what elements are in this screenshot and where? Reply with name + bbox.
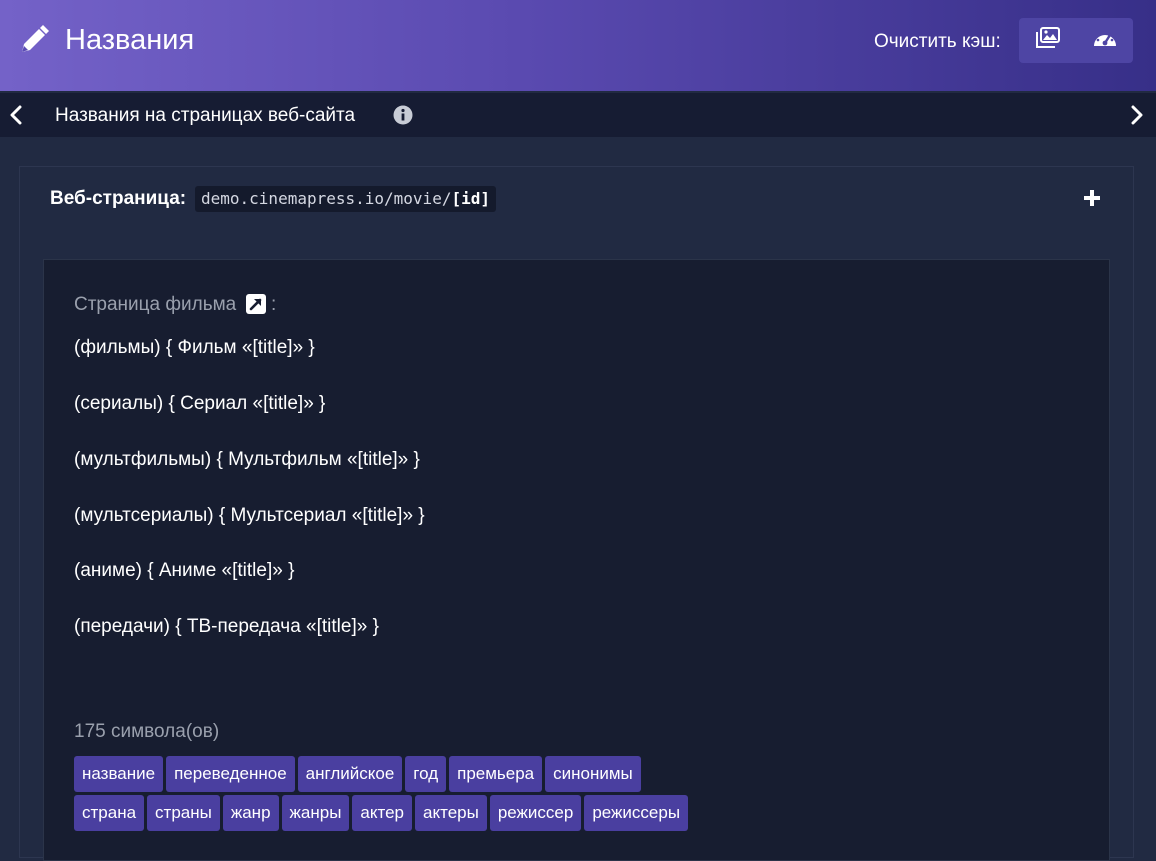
tag-button[interactable]: актер [352, 795, 413, 831]
tag-row: страна страны жанр жанры актер актеры ре… [74, 795, 689, 831]
template-line: (передачи) { ТВ-передача «[title]» } [74, 616, 379, 637]
tag-button[interactable]: синонимы [545, 756, 641, 792]
tag-button[interactable]: актеры [415, 795, 487, 831]
chevron-left-icon[interactable] [4, 103, 28, 127]
template-line: (мультсериалы) { Мультсериал «[title]» } [74, 505, 425, 526]
template-line: (мультфильмы) { Мультфильм «[title]» } [74, 449, 420, 470]
tag-button[interactable]: премьера [449, 756, 543, 792]
page-title: Названия [65, 24, 195, 56]
template-line: (фильмы) { Фильм «[title]» } [74, 337, 315, 358]
field-label: Страница фильма [74, 294, 237, 315]
tag-button[interactable]: жанры [281, 795, 350, 831]
tag-button[interactable]: год [405, 756, 447, 792]
web-page-url: demo.cinemapress.io/movie/[id] [195, 186, 496, 212]
tag-button[interactable]: переведенное [166, 756, 295, 792]
character-count: 175 символа(ов) [74, 721, 220, 742]
external-link-icon[interactable] [246, 294, 266, 314]
template-line: (аниме) { Аниме «[title]» } [74, 560, 295, 581]
images-icon [1035, 27, 1060, 54]
tag-button[interactable]: режиссеры [584, 795, 689, 831]
web-page-label: Веб-страница: [50, 188, 187, 209]
pencil-icon [18, 24, 50, 56]
clear-cache-label: Очистить кэш: [874, 31, 1001, 52]
url-param: [id] [451, 189, 490, 208]
info-icon[interactable] [391, 103, 415, 127]
section-nav-label: Названия на страницах веб-сайта [55, 105, 356, 126]
speedometer-icon [1092, 27, 1118, 54]
url-prefix: demo.cinemapress.io/movie/ [201, 189, 452, 208]
tag-button[interactable]: режиссер [489, 795, 582, 831]
clear-cache-button-group [1019, 18, 1133, 63]
page-header: Названия Очистить кэш: [0, 0, 1156, 91]
clear-speed-cache-button[interactable] [1076, 18, 1133, 63]
chevron-right-icon[interactable] [1125, 103, 1149, 127]
tag-row: название переведенное английское год пре… [74, 756, 641, 792]
tag-button[interactable]: английское [297, 756, 403, 792]
tag-button[interactable]: страна [74, 795, 145, 831]
tag-button[interactable]: название [74, 756, 164, 792]
field-colon: : [271, 294, 277, 315]
section-nav: Названия на страницах веб-сайта [0, 93, 1156, 137]
template-line: (сериалы) { Сериал «[title]» } [74, 393, 326, 414]
clear-image-cache-button[interactable] [1019, 18, 1076, 63]
plus-icon[interactable] [1081, 187, 1103, 209]
tag-button[interactable]: жанр [222, 795, 279, 831]
tag-button[interactable]: страны [147, 795, 220, 831]
